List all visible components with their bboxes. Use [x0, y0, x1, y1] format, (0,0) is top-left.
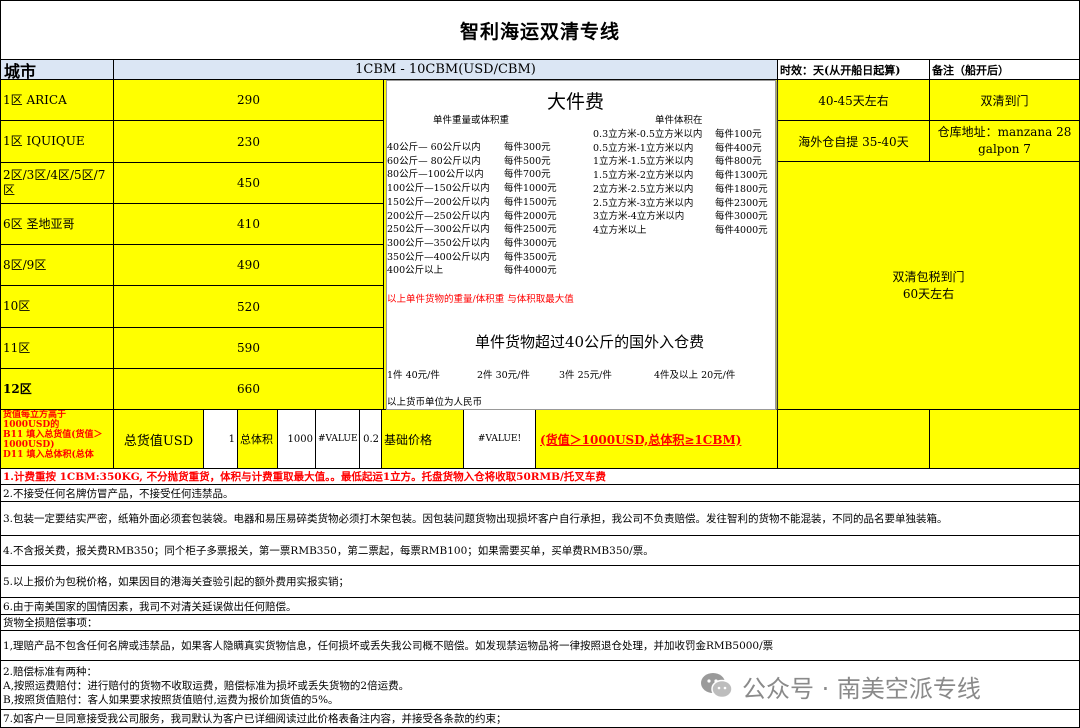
total-value-input[interactable]: 1 — [204, 410, 238, 469]
watermark: 公众号 · 南美空派专线 — [700, 666, 981, 706]
base-price-value: #VALUE! — [464, 410, 536, 469]
note-compensation-1: 1,理赔产品不包含任何名牌或违禁品，如果客人隐瞒真实货物信息，任何损坏或丢失我公… — [0, 631, 1080, 661]
weight-fee: 每件3000元 — [504, 237, 557, 249]
note-7: 7.如客户一旦同意接受我公司服务，我司默认为客户已详细阅读过此价格表备注内容，并… — [0, 710, 1080, 728]
watermark-text: 公众号 · 南美空派专线 — [742, 674, 981, 703]
warehouse-fee-1: 1件 40元/件 — [387, 370, 440, 381]
city-name: 10区 — [0, 286, 114, 328]
volume-fee: 每件2300元 — [715, 197, 768, 209]
volume-fee: 每件800元 — [715, 156, 762, 168]
note-5: 5.以上报价为包税价格，如果因目的港海关查验引起的额外费用实报实销； — [0, 566, 1080, 598]
remark-door: 双清到门 — [930, 80, 1080, 121]
volume-range: 2.5立方米-3立方米以内 — [593, 197, 694, 209]
volume-column-header: 单件体积在 — [655, 115, 703, 126]
weight-fee: 每件700元 — [504, 169, 551, 181]
volume-range: 3立方米-4立方米以内 — [593, 211, 685, 223]
weight-range: 350公斤—400公斤以内 — [387, 251, 490, 263]
total-volume-input[interactable]: 1000 — [278, 410, 316, 469]
weight-fee: 每件1500元 — [504, 196, 557, 208]
warehouse-fee-4: 4件及以上 20元/件 — [654, 370, 736, 381]
city-price: 410 — [114, 204, 384, 245]
weight-fee: 每件4000元 — [504, 265, 557, 277]
volume-range: 1立方米-1.5立方米以内 — [593, 156, 694, 168]
weight-range: 400公斤以上 — [387, 265, 444, 277]
calc-empty-1 — [778, 410, 930, 469]
volume-fee: 每件3000元 — [715, 211, 768, 223]
city-price: 230 — [114, 121, 384, 163]
oversize-fee-panel: 大件费 单件重量或体积重 单件体积在 40公斤— 60公斤以内 每件300元 60公… — [386, 80, 776, 410]
note-2: 2.不接受任何名牌仿冒产品，不接受任何违禁品。 — [0, 485, 1080, 502]
city-price: 490 — [114, 245, 384, 286]
volume-range: 1.5立方米-2立方米以内 — [593, 170, 694, 182]
note-6: 6.由于南美国家的国情因素，我司不对清关延误做出任何赔偿。 — [0, 598, 1080, 615]
note-compensation-heading: 货物全损赔偿事项： — [0, 615, 1080, 631]
calc-ratio: 0.2 — [360, 410, 382, 469]
volume-fee: 每件4000元 — [715, 224, 768, 236]
volume-range: 0.3立方米-0.5立方米以内 — [593, 129, 703, 140]
header-transit: 时效：天(从开船日起算) — [778, 60, 930, 80]
base-price-label: 基础价格 — [382, 410, 464, 469]
city-name: 11区 — [0, 328, 114, 369]
price-condition: (货值＞1000USD,总体积≥1CBM) — [536, 410, 778, 469]
city-name: 8区/9区 — [0, 245, 114, 286]
city-name: 6区 圣地亚哥 — [0, 204, 114, 245]
weight-range: 250公斤—300公斤以内 — [387, 224, 490, 236]
door-tax-remark: 双清包税到门 60天左右 — [778, 162, 1080, 410]
weight-column-header: 单件重量或体积重 — [433, 115, 510, 126]
panel-title: 大件费 — [547, 91, 605, 113]
note-3: 3.包装一定要结实严密，纸箱外面必须套包装袋。电器和易压易碎类货物必须打木架包装… — [0, 502, 1080, 536]
weight-fee: 每件2000元 — [504, 210, 557, 222]
volume-range: 0.5立方米-1立方米以内 — [593, 142, 694, 154]
city-price: 290 — [114, 80, 384, 121]
weight-range: 100公斤—150公斤以内 — [387, 183, 490, 195]
weight-range: 40公斤— 60公斤以内 — [387, 142, 481, 153]
currency-note: 以上货币单位为人民币 — [387, 397, 483, 408]
volume-range: 2立方米-2.5立方米以内 — [593, 183, 694, 195]
weight-fee: 每件500元 — [504, 155, 551, 167]
weight-fee: 每件1000元 — [504, 183, 557, 195]
header-city: 城市 — [0, 60, 114, 80]
weight-range: 150公斤—200公斤以内 — [387, 196, 490, 208]
weight-range: 60公斤— 80公斤以内 — [387, 155, 481, 167]
volume-fee: 每件100元 — [715, 129, 762, 140]
weight-range: 80公斤—100公斤以内 — [387, 169, 484, 181]
city-price: 520 — [114, 286, 384, 328]
volume-range: 4立方米以上 — [593, 224, 647, 236]
volume-fee: 每件400元 — [715, 142, 762, 154]
city-name: 1区 ARICA — [0, 80, 114, 121]
header-remark: 备注（船开后） — [930, 60, 1080, 80]
transit-arica: 40-45天左右 — [778, 80, 930, 121]
calc-error-1: #VALUE! — [316, 410, 360, 469]
calc-instruction: 货值每立方高于1000USD的 B11 填入总货值(货值＞1000USD) D1… — [0, 410, 114, 469]
weight-fee: 每件300元 — [504, 142, 551, 153]
volume-fee: 每件1800元 — [715, 183, 768, 195]
warehouse-fee-2: 2件 30元/件 — [477, 370, 530, 381]
total-value-label: 总货值USD — [114, 410, 204, 469]
panel-red-note: 以上单件货物的重量/体积重 与体积取最大值 — [387, 294, 574, 305]
calc-empty-2 — [930, 410, 1080, 469]
city-price: 660 — [114, 369, 384, 410]
weight-range: 300公斤—350公斤以内 — [387, 237, 490, 249]
transit-warehouse: 海外仓自提 35-40天 — [778, 121, 930, 162]
city-name: 12区 — [0, 369, 114, 410]
weight-fee: 每件3500元 — [504, 251, 557, 263]
header-rate: 1CBM - 10CBM(USD/CBM) — [114, 60, 778, 80]
note-1: 1.计费重按 1CBM:350KG, 不分抛货重货，体积与计费重取最大值。。最低… — [0, 469, 1080, 485]
total-volume-label: 总体积 — [238, 410, 278, 469]
warehouse-fee-3: 3件 25元/件 — [559, 370, 612, 381]
note-4: 4.不含报关费，报关费RMB350；同个柜子多票报关，第一票RMB350，第二票… — [0, 536, 1080, 566]
weight-fee: 每件2500元 — [504, 224, 557, 236]
city-price: 590 — [114, 328, 384, 369]
city-price: 450 — [114, 163, 384, 204]
weight-range: 200公斤—250公斤以内 — [387, 210, 490, 222]
city-name: 2区/3区/4区/5区/7区 — [0, 163, 114, 204]
warehouse-fee-title: 单件货物超过40公斤的国外入仓费 — [475, 333, 705, 351]
page-title: 智利海运双清专线 — [0, 0, 1080, 60]
wechat-icon — [700, 671, 734, 701]
warehouse-address: 仓库地址：manzana 28 galpon 7 — [930, 121, 1080, 162]
city-name: 1区 IQUIQUE — [0, 121, 114, 163]
volume-fee: 每件1300元 — [715, 170, 768, 182]
